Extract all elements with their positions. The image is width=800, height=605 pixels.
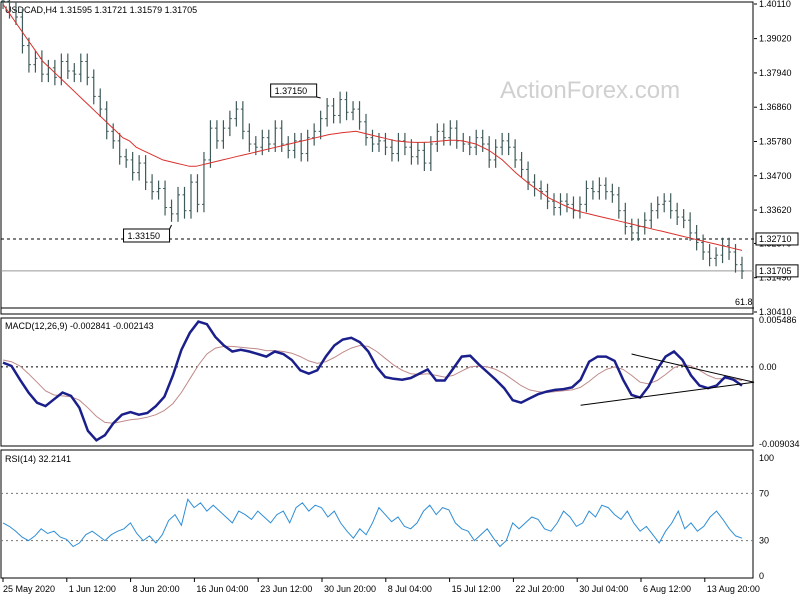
price-ytick-label: 1.36860 bbox=[759, 102, 792, 112]
macd-ytick-label: 0.005486 bbox=[759, 315, 797, 325]
annotation-label: 1.37150 bbox=[275, 86, 308, 96]
price-header: USDCAD,H4 1.31595 1.31721 1.31579 1.3170… bbox=[5, 5, 197, 15]
level-solid-label: 1.31705 bbox=[755, 264, 799, 278]
price-ytick-label: 1.39020 bbox=[759, 34, 792, 44]
price-ytick-label: 1.34700 bbox=[759, 171, 792, 181]
xtick-label: 25 May 2020 bbox=[3, 584, 55, 594]
chart-svg: ActionForex.com USDCAD,H4 1.31595 1.3172… bbox=[0, 0, 800, 600]
xtick-label: 1 Jun 12:00 bbox=[69, 584, 116, 594]
xtick-label: 6 Aug 12:00 bbox=[643, 584, 691, 594]
xtick-label: 8 Jul 04:00 bbox=[388, 584, 432, 594]
xtick-label: 22 Jul 20:00 bbox=[515, 584, 564, 594]
price-ytick-label: 1.33620 bbox=[759, 205, 792, 215]
price-annotation: 1.37150 bbox=[270, 83, 321, 99]
annotation-label: 1.33150 bbox=[128, 231, 161, 241]
rsi-ytick-label: 30 bbox=[759, 536, 769, 546]
xtick-label: 16 Jun 04:00 bbox=[196, 584, 248, 594]
macd-header: MACD(12,26,9) -0.002841 -0.002143 bbox=[5, 321, 154, 331]
xtick-label: 8 Jun 20:00 bbox=[133, 584, 180, 594]
watermark: ActionForex.com bbox=[500, 77, 680, 104]
rsi-ytick-label: 0 bbox=[759, 571, 764, 581]
xtick-label: 30 Jun 20:00 bbox=[324, 584, 376, 594]
fib-label: 61.8 bbox=[735, 297, 753, 307]
price-ytick-label: 1.40110 bbox=[759, 0, 791, 9]
level-dashed-label: 1.32710 bbox=[755, 232, 799, 246]
price-ytick-label: 1.35780 bbox=[759, 136, 792, 146]
xtick-label: 13 Aug 20:00 bbox=[707, 584, 760, 594]
macd-ytick-label: 0.00 bbox=[759, 362, 777, 372]
xtick-label: 30 Jul 04:00 bbox=[579, 584, 628, 594]
svg-text:1.32710: 1.32710 bbox=[759, 234, 792, 244]
rsi-header: RSI(14) 32.2141 bbox=[5, 454, 71, 464]
xtick-label: 23 Jun 12:00 bbox=[260, 584, 312, 594]
price-ytick-label: 1.37940 bbox=[759, 68, 792, 78]
xtick-label: 15 Jul 12:00 bbox=[452, 584, 501, 594]
rsi-ytick-label: 100 bbox=[759, 453, 774, 463]
chart-container: ActionForex.com USDCAD,H4 1.31595 1.3172… bbox=[0, 0, 800, 600]
svg-text:1.31705: 1.31705 bbox=[759, 266, 792, 276]
rsi-ytick-label: 70 bbox=[759, 488, 769, 498]
macd-ytick-label: -0.009034 bbox=[759, 439, 800, 449]
